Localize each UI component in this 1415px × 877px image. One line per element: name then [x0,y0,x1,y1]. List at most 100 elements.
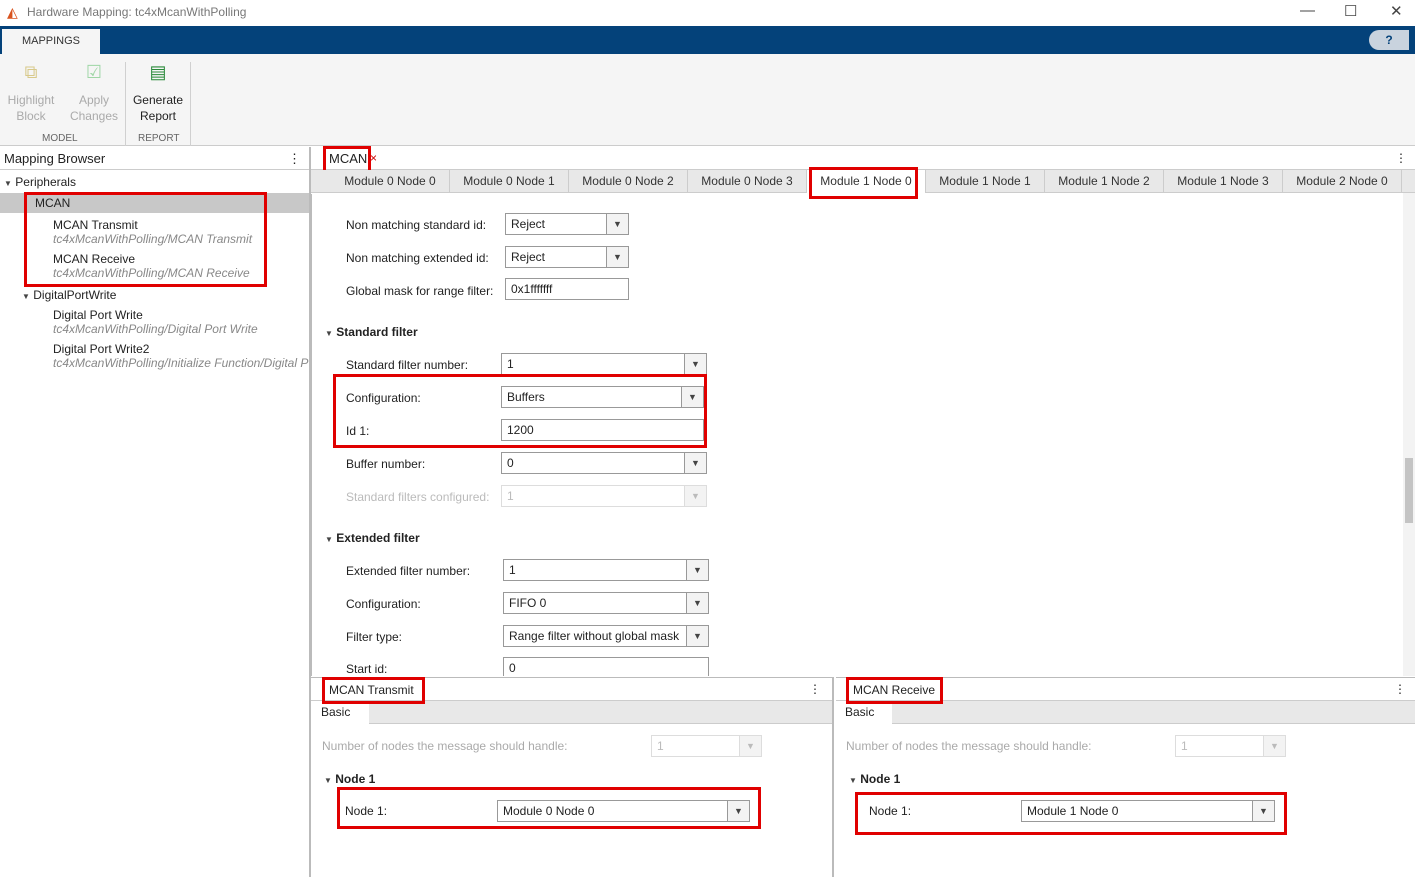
chevron-down-icon: ▼ [1263,736,1285,756]
close-tab-icon[interactable]: × [370,151,377,165]
doc-menu-icon[interactable]: ⋮ [1395,151,1407,165]
section-report: REPORT [138,133,180,144]
tree-item-digital-port-write2[interactable]: Digital Port Write2 tc4xMcanWithPolling/I… [53,342,309,370]
generate-report-button[interactable]: ▤ Generate Report [130,62,186,124]
title-bar: ◭ Hardware Mapping: tc4xMcanWithPolling … [0,0,1415,26]
path: tc4xMcanWithPolling/Initialize Function/… [53,356,309,370]
chevron-down-icon: ▼ [684,354,706,374]
path: tc4xMcanWithPolling/Digital Port Write [53,322,258,336]
chevron-down-icon: ▼ [739,736,761,756]
buffer-number-dropdown[interactable]: 0 ▼ [501,452,707,474]
label: Extended filter number: [346,564,471,578]
value: 0 [507,456,514,470]
highlight-box [855,792,1287,835]
tab-node[interactable]: Module 0 Node 3 [688,170,807,193]
highlight-block-button[interactable]: ⧉ Highlight Block [4,62,58,124]
tab-node[interactable]: Module 1 Node 3 [1164,170,1283,193]
label: Buffer number: [346,457,426,471]
start-id-input[interactable]: 0 [503,657,709,676]
label: Standard filter number: [346,358,469,372]
label: DigitalPortWrite [33,288,117,302]
matlab-logo-icon: ◭ [7,4,18,20]
apply-changes-button[interactable]: ☑ Apply Changes [66,63,122,124]
expand-icon: ▼ [22,292,30,301]
standard-filters-configured-dropdown: 1 ▼ [501,485,707,507]
browser-title: Mapping Browser [4,151,106,166]
highlight-box [846,677,943,704]
tab-node[interactable]: Module 0 Node 1 [450,170,569,193]
label: Global mask for range filter: [346,284,494,298]
chevron-down-icon: ▼ [606,247,628,267]
pane-menu-icon[interactable]: ⋮ [809,682,821,696]
close-button[interactable]: ✕ [1390,2,1403,20]
browser-header: Mapping Browser ⋮ [0,147,309,170]
tree-item-digital-port-write[interactable]: Digital Port Write tc4xMcanWithPolling/Di… [53,308,258,336]
report-icon: ▤ [149,62,167,82]
label: Digital Port Write2 [53,342,150,356]
tab-node[interactable]: Module 1 Node 1 [926,170,1045,193]
label: Apply [78,93,110,107]
global-mask-input[interactable]: 0x1fffffff [505,278,629,300]
value: Reject [511,250,546,264]
nodes-count-dropdown: 1 ▼ [1175,735,1286,757]
label: Block [16,109,46,123]
toolstrip: ⧉ Highlight Block ☑ Apply Changes MODEL ▤ … [0,54,1415,146]
tab-node[interactable]: Module 1 Node 2 [1045,170,1164,193]
tab-node[interactable]: Module 0 Node 2 [569,170,688,193]
extended-filter-header[interactable]: ▼ Extended filter [325,531,420,545]
highlight-block-icon: ⧉ [24,62,38,82]
extended-configuration-dropdown[interactable]: FIFO 0 ▼ [503,592,709,614]
tab-node[interactable]: Module 2 Node 0 [1283,170,1402,193]
chevron-down-icon: ▼ [686,593,708,613]
highlight-box [323,146,371,173]
label: Standard filters configured: [346,490,490,504]
label: Highlight [7,93,55,107]
label: Non matching standard id: [346,218,487,232]
window-title: Hardware Mapping: tc4xMcanWithPolling [27,5,247,19]
chevron-down-icon: ▼ [684,453,706,473]
extended-filter-number-dropdown[interactable]: 1 ▼ [503,559,709,581]
label: Standard filter [336,325,418,339]
pane-menu-icon[interactable]: ⋮ [1394,682,1406,696]
tab-basic[interactable]: Basic [311,701,369,724]
tab-node[interactable]: Module 0 Node 0 [331,170,450,193]
tab-mappings[interactable]: MAPPINGS [2,29,100,54]
label: Number of nodes the message should handl… [322,739,568,753]
label: Node 1 [335,772,376,786]
chevron-down-icon: ▼ [686,626,708,646]
ribbon-tab-bar [0,26,1415,54]
vertical-scrollbar[interactable] [1403,193,1415,676]
filter-type-dropdown[interactable]: Range filter without global mask ▼ [503,625,709,647]
help-button[interactable]: ? [1369,30,1409,50]
standard-filter-number-dropdown[interactable]: 1 ▼ [501,353,707,375]
divider [125,62,126,146]
value: 1 [507,357,514,371]
maximize-button[interactable]: ☐ [1344,2,1357,20]
highlight-box [333,374,707,448]
tab-basic[interactable]: Basic [836,701,892,724]
tree-peripherals[interactable]: ▼ Peripherals [4,175,76,189]
label: Digital Port Write [53,308,143,322]
label: Number of nodes the message should handl… [846,739,1092,753]
value: Reject [511,217,546,231]
browser-menu-icon[interactable]: ⋮ [288,151,301,167]
expand-icon: ▼ [4,179,12,188]
label: Non matching extended id: [346,251,489,265]
basic-tab-bar: Basic [311,701,832,724]
standard-filter-header[interactable]: ▼ Standard filter [325,325,418,339]
highlight-box [337,787,761,829]
label: Changes [69,109,119,123]
node1-header[interactable]: ▼ Node 1 [849,772,900,786]
non-matching-extended-dropdown[interactable]: Reject ▼ [505,246,629,268]
minimize-button[interactable]: — [1300,2,1315,19]
label: Node 1 [860,772,901,786]
tree-digitalportwrite[interactable]: ▼ DigitalPortWrite [22,288,116,302]
scrollbar-thumb[interactable] [1405,458,1413,523]
non-matching-standard-dropdown[interactable]: Reject ▼ [505,213,629,235]
label: Generate [132,93,184,107]
node1-header[interactable]: ▼ Node 1 [324,772,375,786]
basic-tab-bar: Basic [836,701,1415,724]
mcan-receive-pane: MCAN Receive ⋮ Basic Number of nodes the… [836,677,1415,877]
divider [190,62,191,146]
value: 1 [1181,739,1188,753]
